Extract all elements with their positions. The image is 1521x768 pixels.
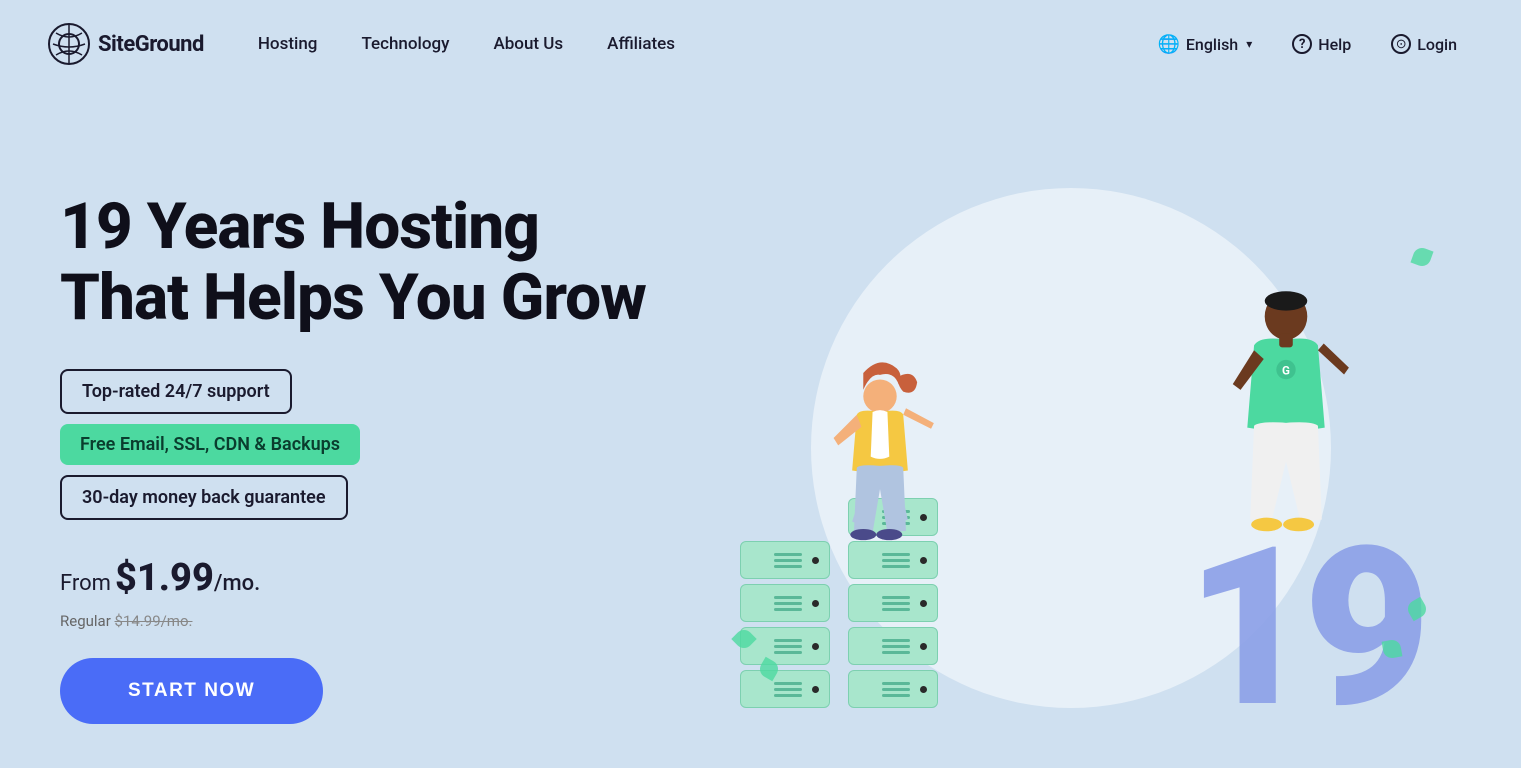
server-line	[882, 596, 910, 599]
badge-free: Free Email, SSL, CDN & Backups	[60, 424, 360, 465]
server-line	[774, 688, 802, 691]
server-line	[774, 682, 802, 685]
logo[interactable]: SiteGround	[48, 23, 204, 65]
server-line	[882, 645, 910, 648]
server-unit	[740, 670, 830, 708]
login-link[interactable]: ⊙ Login	[1375, 26, 1473, 62]
hero-title-line2: That Helps You Grow	[60, 260, 646, 335]
svg-text:G: G	[1282, 363, 1290, 377]
server-unit	[848, 584, 938, 622]
server-line	[882, 682, 910, 685]
price-regular-label: Regular	[60, 612, 111, 630]
price-from-label: From	[60, 571, 111, 596]
server-line	[774, 645, 802, 648]
server-unit	[848, 670, 938, 708]
nav-links: Hosting Technology About Us Affiliates	[240, 26, 693, 62]
server-dot	[812, 686, 819, 693]
nav-link-about[interactable]: About Us	[475, 26, 581, 62]
price-regular: Regular $14.99/mo.	[60, 612, 680, 630]
help-label: Help	[1318, 35, 1351, 54]
navbar: SiteGround Hosting Technology About Us A…	[0, 0, 1521, 88]
start-now-button[interactable]: START NOW	[60, 658, 323, 724]
server-line	[774, 639, 802, 642]
price-regular-old: $14.99/mo.	[115, 612, 193, 630]
hero-title: 19 Years Hosting That Helps You Grow	[60, 192, 680, 333]
leaf-decoration	[1410, 245, 1433, 268]
person-icon: ⊙	[1391, 34, 1411, 54]
server-line	[774, 608, 802, 611]
hero-price: From $1.99/mo.	[60, 556, 680, 600]
server-dot	[812, 600, 819, 607]
server-dot	[920, 600, 927, 607]
server-dot	[920, 686, 927, 693]
character-woman-illustration	[800, 308, 960, 568]
server-line	[774, 651, 802, 654]
server-line	[882, 651, 910, 654]
language-label: English	[1186, 35, 1238, 54]
nav-link-affiliates[interactable]: Affiliates	[589, 26, 693, 62]
server-lines	[882, 682, 910, 697]
server-lines	[774, 553, 802, 568]
server-lines	[774, 639, 802, 654]
server-line	[882, 608, 910, 611]
hero-content: 19 Years Hosting That Helps You Grow Top…	[60, 172, 680, 724]
nav-link-technology[interactable]: Technology	[343, 26, 467, 62]
server-line	[774, 559, 802, 562]
hero-section: 19 Years Hosting That Helps You Grow Top…	[0, 88, 1521, 768]
server-line	[882, 639, 910, 642]
login-label: Login	[1417, 35, 1457, 54]
help-icon: ?	[1292, 34, 1312, 54]
server-lines	[882, 639, 910, 654]
hero-title-line1: 19 Years Hosting	[60, 189, 539, 264]
hero-badges: Top-rated 24/7 support Free Email, SSL, …	[60, 369, 680, 520]
server-dot	[812, 643, 819, 650]
server-line	[774, 602, 802, 605]
server-line	[774, 553, 802, 556]
nav-left: SiteGround Hosting Technology About Us A…	[48, 23, 693, 65]
nav-right: 🌐 English ▾ ? Help ⊙ Login	[1141, 26, 1473, 63]
logo-icon	[48, 23, 90, 65]
server-lines	[774, 682, 802, 697]
server-line	[774, 596, 802, 599]
hero-illustration: 19	[680, 128, 1461, 768]
server-line	[882, 688, 910, 691]
price-suffix: /mo.	[214, 571, 260, 596]
server-line	[882, 694, 910, 697]
server-line	[774, 694, 802, 697]
server-unit	[848, 627, 938, 665]
server-unit	[740, 584, 830, 622]
price-amount: $1.99	[115, 556, 214, 600]
server-lines	[882, 596, 910, 611]
help-link[interactable]: ? Help	[1276, 26, 1367, 62]
server-line	[774, 565, 802, 568]
nav-link-hosting[interactable]: Hosting	[240, 26, 336, 62]
translate-icon: 🌐	[1157, 34, 1179, 55]
server-unit	[740, 627, 830, 665]
badge-support: Top-rated 24/7 support	[60, 369, 292, 414]
server-lines	[774, 596, 802, 611]
language-selector[interactable]: 🌐 English ▾	[1141, 26, 1268, 63]
badge-money-back: 30-day money back guarantee	[60, 475, 348, 520]
server-line	[882, 602, 910, 605]
server-dot	[920, 643, 927, 650]
character-man-illustration: G	[1211, 268, 1361, 568]
logo-text: SiteGround	[98, 32, 204, 57]
chevron-down-icon: ▾	[1246, 37, 1252, 51]
